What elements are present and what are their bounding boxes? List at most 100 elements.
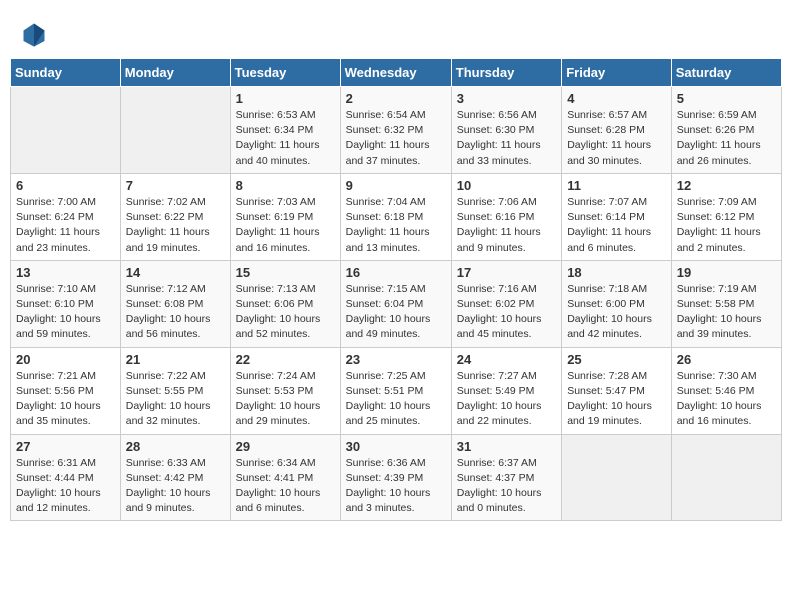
page-header: [10, 10, 782, 53]
calendar-day-cell: 5 Sunrise: 6:59 AM Sunset: 6:26 PM Daylig…: [671, 87, 781, 174]
calendar-day-cell: 20 Sunrise: 7:21 AM Sunset: 5:56 PM Dayli…: [11, 347, 121, 434]
day-number: 11: [567, 178, 666, 193]
calendar-day-cell: 6 Sunrise: 7:00 AM Sunset: 6:24 PM Daylig…: [11, 173, 121, 260]
day-info: Sunrise: 6:33 AM Sunset: 4:42 PM Dayligh…: [126, 456, 225, 517]
calendar-week-row: 27 Sunrise: 6:31 AM Sunset: 4:44 PM Dayli…: [11, 434, 782, 521]
day-number: 27: [16, 439, 115, 454]
day-number: 29: [236, 439, 335, 454]
logo-icon: [20, 20, 48, 48]
day-of-week-header: Sunday: [11, 59, 121, 87]
day-number: 7: [126, 178, 225, 193]
day-number: 19: [677, 265, 776, 280]
day-info: Sunrise: 7:09 AM Sunset: 6:12 PM Dayligh…: [677, 195, 776, 256]
calendar-day-cell: 3 Sunrise: 6:56 AM Sunset: 6:30 PM Daylig…: [451, 87, 561, 174]
day-info: Sunrise: 7:18 AM Sunset: 6:00 PM Dayligh…: [567, 282, 666, 343]
calendar-day-cell: 31 Sunrise: 6:37 AM Sunset: 4:37 PM Dayli…: [451, 434, 561, 521]
day-number: 2: [346, 91, 446, 106]
day-number: 23: [346, 352, 446, 367]
calendar-day-cell: 12 Sunrise: 7:09 AM Sunset: 6:12 PM Dayli…: [671, 173, 781, 260]
day-info: Sunrise: 7:13 AM Sunset: 6:06 PM Dayligh…: [236, 282, 335, 343]
day-of-week-header: Wednesday: [340, 59, 451, 87]
day-number: 14: [126, 265, 225, 280]
day-info: Sunrise: 7:19 AM Sunset: 5:58 PM Dayligh…: [677, 282, 776, 343]
day-info: Sunrise: 7:24 AM Sunset: 5:53 PM Dayligh…: [236, 369, 335, 430]
calendar-day-cell: 14 Sunrise: 7:12 AM Sunset: 6:08 PM Dayli…: [120, 260, 230, 347]
day-info: Sunrise: 6:56 AM Sunset: 6:30 PM Dayligh…: [457, 108, 556, 169]
calendar-day-cell: 30Sunrise: 6:36 AM Sunset: 4:39 PM Dayli…: [340, 434, 451, 521]
calendar-day-cell: 24 Sunrise: 7:27 AM Sunset: 5:49 PM Dayli…: [451, 347, 561, 434]
day-number: 5: [677, 91, 776, 106]
day-number: 26: [677, 352, 776, 367]
calendar-day-cell: 23 Sunrise: 7:25 AM Sunset: 5:51 PM Dayli…: [340, 347, 451, 434]
day-info: Sunrise: 7:30 AM Sunset: 5:46 PM Dayligh…: [677, 369, 776, 430]
calendar-day-cell: 8Sunrise: 7:03 AM Sunset: 6:19 PM Daylig…: [230, 173, 340, 260]
calendar-day-cell: 26 Sunrise: 7:30 AM Sunset: 5:46 PM Dayli…: [671, 347, 781, 434]
day-number: 4: [567, 91, 666, 106]
day-info: Sunrise: 7:02 AM Sunset: 6:22 PM Dayligh…: [126, 195, 225, 256]
calendar-week-row: 13 Sunrise: 7:10 AM Sunset: 6:10 PM Dayli…: [11, 260, 782, 347]
day-info: Sunrise: 7:28 AM Sunset: 5:47 PM Dayligh…: [567, 369, 666, 430]
day-info: Sunrise: 7:10 AM Sunset: 6:10 PM Dayligh…: [16, 282, 115, 343]
day-number: 1: [236, 91, 335, 106]
day-info: Sunrise: 7:25 AM Sunset: 5:51 PM Dayligh…: [346, 369, 446, 430]
day-number: 10: [457, 178, 556, 193]
day-of-week-header: Tuesday: [230, 59, 340, 87]
day-of-week-header: Saturday: [671, 59, 781, 87]
calendar-day-cell: [671, 434, 781, 521]
day-number: 22: [236, 352, 335, 367]
calendar-day-cell: 16 Sunrise: 7:15 AM Sunset: 6:04 PM Dayli…: [340, 260, 451, 347]
day-number: 6: [16, 178, 115, 193]
calendar-day-cell: [120, 87, 230, 174]
calendar-day-cell: 18 Sunrise: 7:18 AM Sunset: 6:00 PM Dayli…: [562, 260, 672, 347]
calendar-day-cell: 7 Sunrise: 7:02 AM Sunset: 6:22 PM Daylig…: [120, 173, 230, 260]
calendar-day-cell: 11 Sunrise: 7:07 AM Sunset: 6:14 PM Dayli…: [562, 173, 672, 260]
day-number: 17: [457, 265, 556, 280]
day-number: 20: [16, 352, 115, 367]
calendar-day-cell: 22 Sunrise: 7:24 AM Sunset: 5:53 PM Dayli…: [230, 347, 340, 434]
day-info: Sunrise: 7:16 AM Sunset: 6:02 PM Dayligh…: [457, 282, 556, 343]
day-number: 3: [457, 91, 556, 106]
calendar-day-cell: 17 Sunrise: 7:16 AM Sunset: 6:02 PM Dayli…: [451, 260, 561, 347]
calendar-day-cell: [11, 87, 121, 174]
day-of-week-header: Monday: [120, 59, 230, 87]
day-info: Sunrise: 7:15 AM Sunset: 6:04 PM Dayligh…: [346, 282, 446, 343]
calendar-day-cell: 28Sunrise: 6:33 AM Sunset: 4:42 PM Dayli…: [120, 434, 230, 521]
day-info: Sunrise: 6:37 AM Sunset: 4:37 PM Dayligh…: [457, 456, 556, 517]
day-info: Sunrise: 7:07 AM Sunset: 6:14 PM Dayligh…: [567, 195, 666, 256]
day-number: 18: [567, 265, 666, 280]
calendar-day-cell: 9Sunrise: 7:04 AM Sunset: 6:18 PM Daylig…: [340, 173, 451, 260]
calendar-week-row: 1Sunrise: 6:53 AM Sunset: 6:34 PM Daylig…: [11, 87, 782, 174]
day-info: Sunrise: 6:36 AM Sunset: 4:39 PM Dayligh…: [346, 456, 446, 517]
day-info: Sunrise: 7:00 AM Sunset: 6:24 PM Dayligh…: [16, 195, 115, 256]
calendar-table: SundayMondayTuesdayWednesdayThursdayFrid…: [10, 58, 782, 521]
day-info: Sunrise: 6:59 AM Sunset: 6:26 PM Dayligh…: [677, 108, 776, 169]
day-info: Sunrise: 6:31 AM Sunset: 4:44 PM Dayligh…: [16, 456, 115, 517]
day-info: Sunrise: 6:34 AM Sunset: 4:41 PM Dayligh…: [236, 456, 335, 517]
calendar-day-cell: 10 Sunrise: 7:06 AM Sunset: 6:16 PM Dayli…: [451, 173, 561, 260]
calendar-day-cell: 19 Sunrise: 7:19 AM Sunset: 5:58 PM Dayli…: [671, 260, 781, 347]
calendar-day-cell: 29 Sunrise: 6:34 AM Sunset: 4:41 PM Dayli…: [230, 434, 340, 521]
day-info: Sunrise: 7:21 AM Sunset: 5:56 PM Dayligh…: [16, 369, 115, 430]
day-info: Sunrise: 7:03 AM Sunset: 6:19 PM Dayligh…: [236, 195, 335, 256]
calendar-day-cell: 21 Sunrise: 7:22 AM Sunset: 5:55 PM Dayli…: [120, 347, 230, 434]
day-info: Sunrise: 7:22 AM Sunset: 5:55 PM Dayligh…: [126, 369, 225, 430]
day-number: 25: [567, 352, 666, 367]
day-number: 24: [457, 352, 556, 367]
calendar-day-cell: 2 Sunrise: 6:54 AM Sunset: 6:32 PM Daylig…: [340, 87, 451, 174]
day-info: Sunrise: 6:54 AM Sunset: 6:32 PM Dayligh…: [346, 108, 446, 169]
day-of-week-header: Friday: [562, 59, 672, 87]
day-number: 13: [16, 265, 115, 280]
calendar-week-row: 6 Sunrise: 7:00 AM Sunset: 6:24 PM Daylig…: [11, 173, 782, 260]
day-of-week-header: Thursday: [451, 59, 561, 87]
day-number: 12: [677, 178, 776, 193]
day-number: 16: [346, 265, 446, 280]
day-info: Sunrise: 6:57 AM Sunset: 6:28 PM Dayligh…: [567, 108, 666, 169]
day-number: 31: [457, 439, 556, 454]
day-number: 21: [126, 352, 225, 367]
day-info: Sunrise: 7:12 AM Sunset: 6:08 PM Dayligh…: [126, 282, 225, 343]
calendar-day-cell: 4 Sunrise: 6:57 AM Sunset: 6:28 PM Daylig…: [562, 87, 672, 174]
day-info: Sunrise: 7:06 AM Sunset: 6:16 PM Dayligh…: [457, 195, 556, 256]
day-info: Sunrise: 7:04 AM Sunset: 6:18 PM Dayligh…: [346, 195, 446, 256]
logo: [20, 20, 50, 48]
day-info: Sunrise: 7:27 AM Sunset: 5:49 PM Dayligh…: [457, 369, 556, 430]
